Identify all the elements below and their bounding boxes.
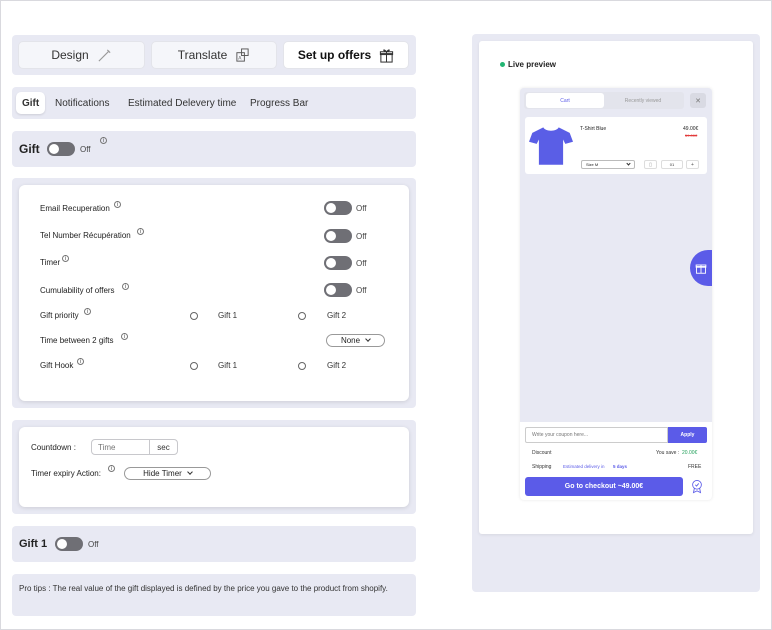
- email-label: Email Recuperation: [40, 204, 110, 213]
- tel-state: Off: [356, 232, 367, 241]
- gift-toggle[interactable]: [47, 142, 75, 156]
- time-between-select[interactable]: None: [326, 334, 385, 347]
- product-name: T-Shirt Blue: [580, 126, 607, 132]
- tab-estimated-delivery[interactable]: Estimated Delevery time: [128, 92, 236, 114]
- shipping-value: FREE: [688, 464, 702, 470]
- shipping-days: 5 days: [613, 464, 628, 469]
- countdown-label: Countdown :: [31, 443, 76, 452]
- recently-viewed-tab[interactable]: Recently viewed: [604, 93, 682, 108]
- tab-notifications[interactable]: Notifications: [55, 92, 109, 114]
- hook-gift2-radio[interactable]: [298, 362, 306, 370]
- size-select[interactable]: Size M: [581, 160, 635, 169]
- gift-title: Gift: [19, 142, 40, 156]
- priority-gift1-radio[interactable]: [190, 312, 198, 320]
- product-price: 49.00€: [683, 126, 699, 132]
- time-between-label: Time between 2 gifts: [40, 336, 114, 345]
- chevron-down-icon: [365, 336, 371, 342]
- timer-toggle[interactable]: [324, 256, 352, 270]
- priority-label: Gift priority: [40, 311, 79, 320]
- gift-toggle-state: Off: [80, 145, 91, 154]
- info-icon: i: [121, 333, 128, 340]
- time-between-value: None: [340, 336, 361, 345]
- hook-gift2-label: Gift 2: [327, 361, 347, 370]
- setup-offers-button[interactable]: Set up offers: [283, 41, 409, 69]
- info-icon: i: [137, 228, 144, 235]
- gift1-title: Gift 1: [19, 538, 48, 550]
- info-icon: i: [122, 283, 129, 290]
- timer-state: Off: [356, 259, 367, 268]
- gift-icon: [695, 264, 707, 274]
- info-icon: i: [114, 201, 121, 208]
- you-save-value: 20.00€: [682, 450, 698, 456]
- tab-progress-bar[interactable]: Progress Bar: [250, 92, 308, 114]
- translate-button[interactable]: Translate A: [151, 41, 277, 69]
- shipping-estimate: Estimated delivery in: [563, 464, 605, 469]
- info-icon: i: [62, 255, 69, 262]
- checkout-button[interactable]: Go to checkout ~49.00€: [525, 477, 683, 496]
- priority-gift1-label: Gift 1: [218, 311, 238, 320]
- tshirt-icon: [529, 127, 573, 165]
- countdown-time-input[interactable]: [92, 440, 150, 454]
- hook-gift1-radio[interactable]: [190, 362, 198, 370]
- gift1-toggle[interactable]: [55, 537, 83, 551]
- cumulability-label: Cumulability of offers: [40, 286, 115, 295]
- setup-offers-label: Set up offers: [297, 48, 372, 62]
- badge-icon: [692, 479, 702, 494]
- size-value: Size M: [586, 162, 599, 167]
- cumulability-state: Off: [356, 286, 367, 295]
- delete-icon[interactable]: ▯: [644, 160, 657, 169]
- pro-tips-text: Pro tips : The real value of the gift di…: [19, 584, 388, 593]
- info-icon: i: [108, 465, 115, 472]
- discount-label: Discount: [532, 450, 552, 456]
- timer-label: Timer: [40, 258, 61, 267]
- tel-toggle[interactable]: [324, 229, 352, 243]
- design-button[interactable]: Design: [18, 41, 145, 69]
- countdown-card: [19, 427, 409, 507]
- translate-icon: A: [236, 47, 249, 62]
- email-state: Off: [356, 204, 367, 213]
- live-dot: [500, 62, 505, 67]
- product-old-price: 59.00€: [685, 133, 698, 138]
- email-toggle[interactable]: [324, 201, 352, 215]
- gift1-state: Off: [88, 540, 99, 549]
- info-icon: i: [84, 308, 91, 315]
- svg-text:A: A: [239, 55, 243, 61]
- countdown-input-group: sec: [91, 439, 178, 455]
- expiry-value: Hide Timer: [143, 469, 182, 478]
- tel-label: Tel Number Récupération: [40, 231, 131, 240]
- close-icon[interactable]: ✕: [690, 93, 706, 108]
- gift-icon: [380, 48, 394, 63]
- coupon-input[interactable]: [525, 427, 668, 443]
- countdown-unit: sec: [157, 442, 170, 452]
- preview-title: Live preview: [508, 60, 557, 69]
- qty-input[interactable]: 01: [661, 160, 683, 169]
- hook-gift1-label: Gift 1: [218, 361, 238, 370]
- cart-tab[interactable]: Cart: [526, 93, 604, 108]
- expiry-select[interactable]: Hide Timer: [124, 467, 211, 480]
- tab-gift[interactable]: Gift: [16, 92, 46, 114]
- apply-button[interactable]: Apply: [668, 427, 707, 443]
- cumulability-toggle[interactable]: [324, 283, 352, 297]
- chevron-down-icon: [187, 469, 193, 475]
- qty-plus-button[interactable]: +: [686, 160, 699, 169]
- expiry-label: Timer expiry Action:: [31, 469, 101, 478]
- info-icon: i: [100, 137, 107, 144]
- design-label: Design: [51, 48, 89, 62]
- hook-label: Gift Hook: [40, 361, 74, 370]
- priority-gift2-radio[interactable]: [298, 312, 306, 320]
- priority-gift2-label: Gift 2: [327, 311, 347, 320]
- you-save-label: You save :: [656, 450, 680, 456]
- pencil-icon: [98, 48, 111, 62]
- translate-label: Translate: [177, 48, 228, 62]
- chevron-down-icon: [626, 160, 631, 166]
- shipping-label: Shipping: [532, 464, 552, 470]
- info-icon: i: [77, 358, 84, 365]
